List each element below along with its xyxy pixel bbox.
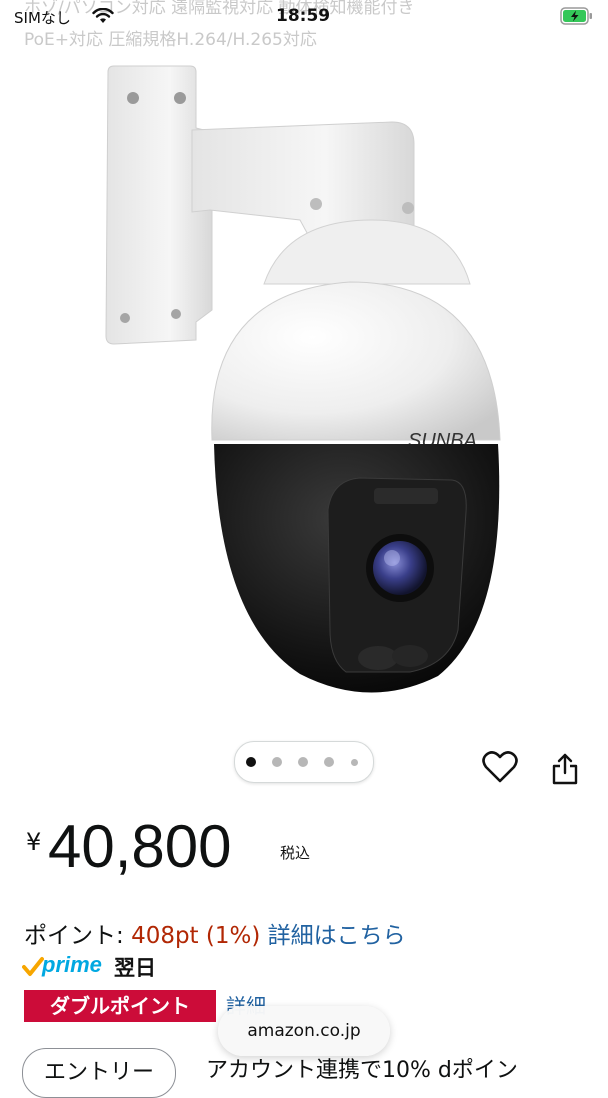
image-carousel-indicator[interactable]	[234, 741, 374, 783]
wifi-icon	[92, 7, 114, 28]
entry-button[interactable]: エントリー	[22, 1048, 176, 1098]
carousel-dot-1[interactable]	[246, 757, 256, 767]
share-icon[interactable]	[550, 752, 580, 790]
carousel-dot-4[interactable]	[324, 757, 334, 767]
double-point-badge: ダブルポイント	[24, 990, 216, 1022]
carousel-dot-5[interactable]	[351, 759, 358, 766]
heart-icon[interactable]	[482, 750, 518, 788]
carrier-label: SIMなし	[14, 9, 71, 27]
points-percent: (1%)	[205, 923, 261, 949]
clock: 18:59	[276, 6, 331, 26]
battery-charging-icon	[560, 7, 594, 29]
product-image[interactable]: SUNBA	[0, 60, 608, 720]
points-detail-link[interactable]: 詳細はこちら	[268, 923, 406, 949]
status-bar: SIMなし 18:59	[0, 0, 608, 34]
prime-check-icon	[22, 956, 44, 982]
currency-symbol: ¥	[26, 828, 42, 856]
prime-word: prime	[42, 952, 102, 977]
carousel-dot-3[interactable]	[298, 757, 308, 767]
points-value: 408pt	[131, 923, 199, 949]
price-amount: 40,800	[48, 813, 232, 880]
tax-label: 税込	[280, 844, 311, 862]
browser-url-bar[interactable]: amazon.co.jp	[218, 1006, 390, 1056]
delivery-label: 翌日	[114, 956, 156, 980]
points-row: ポイント: 408pt (1%) 詳細はこちら	[24, 916, 406, 950]
points-label: ポイント:	[24, 923, 124, 949]
carousel-dot-2[interactable]	[272, 757, 282, 767]
entry-description: アカウント連携で10% dポイン	[206, 1058, 518, 1083]
